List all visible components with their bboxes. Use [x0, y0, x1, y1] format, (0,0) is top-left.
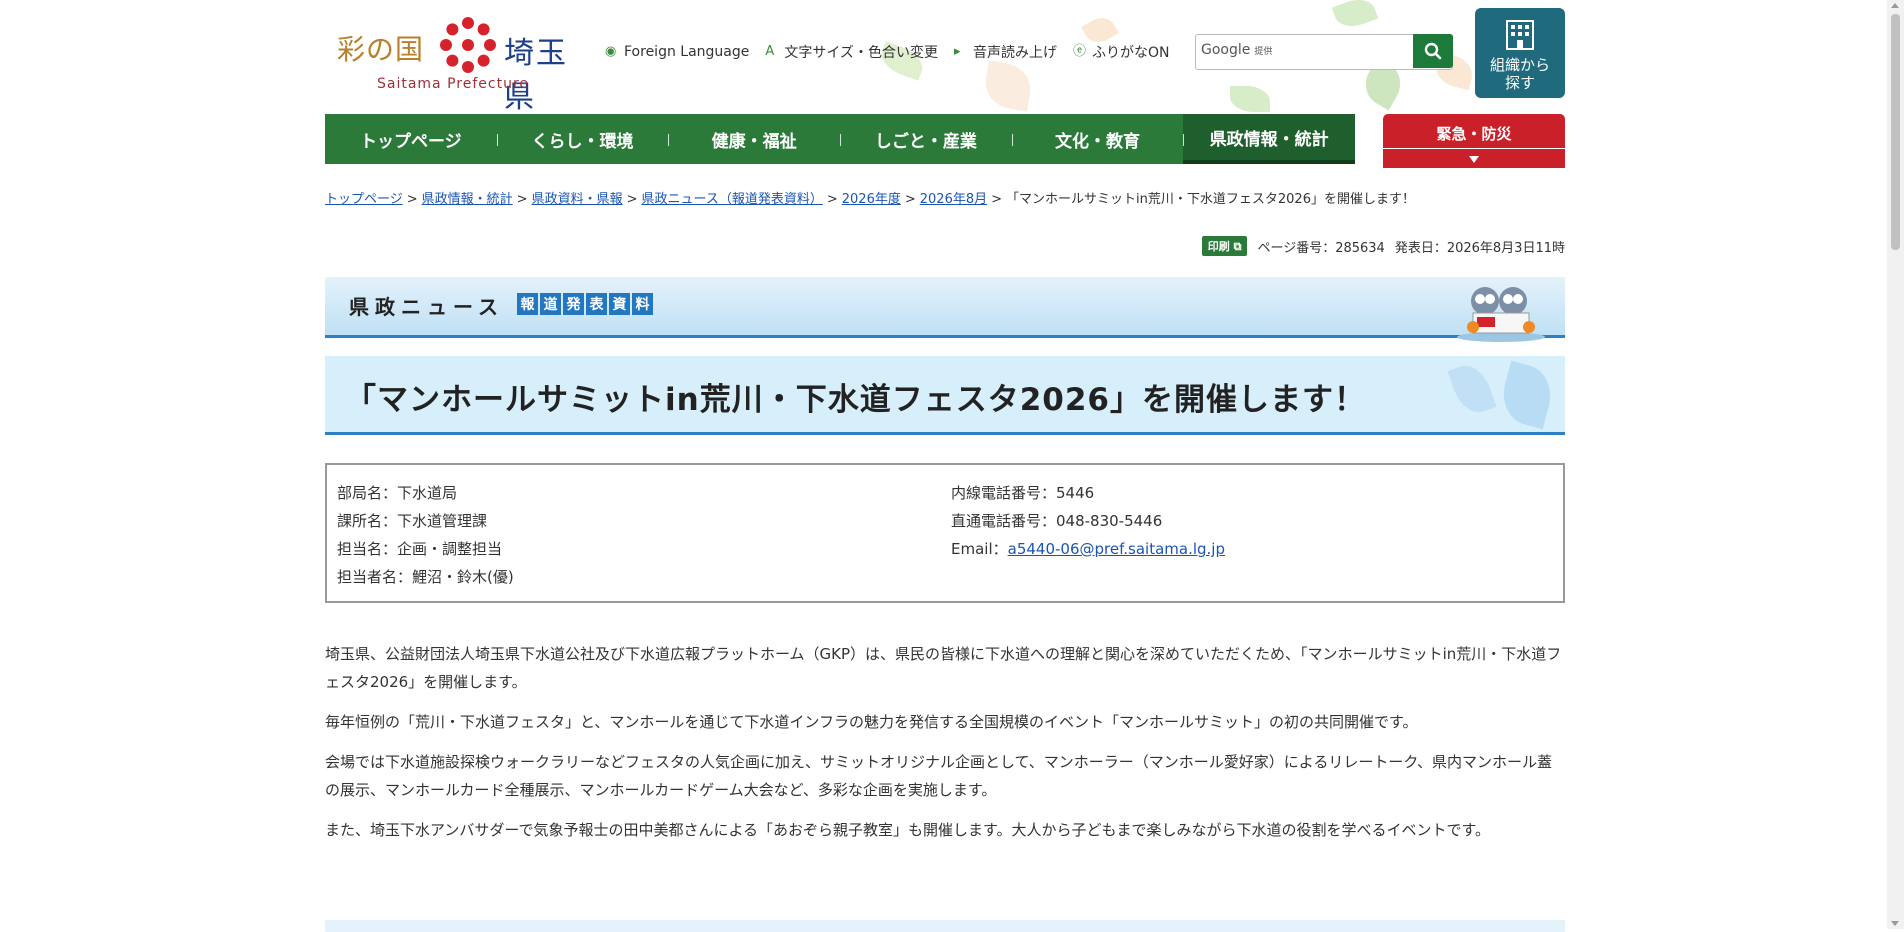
nav-item-living[interactable]: くらし・環境 [496, 114, 669, 164]
text-size-icon: A [765, 44, 775, 59]
tag-char: 表 [586, 293, 607, 315]
foreign-language-link[interactable]: ◉ Foreign Language [605, 42, 749, 62]
contact-info-box: 部局名：下水道局 課所名：下水道管理課 担当名：企画・調整担当 担当者名：鯉沼・… [325, 463, 1565, 603]
logo-text-saitama: 埼玉県 [504, 36, 568, 115]
article-body: 埼玉県、公益財団法人埼玉県下水道公社及び下水道広報プラットホーム（GKP）は、県… [325, 640, 1565, 856]
body-paragraph: また、埼玉下水アンバサダーで気象予報士の田中美都さんによる「あおぞら親子教室」も… [325, 821, 1491, 839]
find-by-organization-button[interactable]: 組織から探す [1475, 8, 1565, 98]
breadcrumb-current: 「マンホールサミットin荒川・下水道フェスタ2026」を開催します！ [1006, 192, 1415, 207]
furigana-icon: ⓔ [1072, 44, 1086, 59]
nav-item-culture[interactable]: 文化・教育 [1011, 114, 1184, 164]
text-size-label: 文字サイズ・色合い変更 [784, 45, 938, 61]
leaf-decoration [1496, 360, 1558, 430]
scroll-down-icon[interactable] [1891, 921, 1899, 926]
breadcrumb-link[interactable]: 2026年8月 [920, 192, 987, 207]
text-size-color-link[interactable]: A 文字サイズ・色合い変更 [765, 42, 938, 62]
org-button-label: 組織から探す [1489, 56, 1550, 92]
site-logo[interactable]: 彩の国 埼玉県 Saitama Prefecture [337, 14, 582, 115]
email-row: Email：a5440-06@pref.saitama.lg.jp [951, 535, 1225, 563]
mascot-illustration [1457, 287, 1545, 342]
scroll-up-icon[interactable] [1891, 3, 1899, 8]
leaf-decoration [1447, 359, 1497, 419]
emergency-menu-button[interactable]: 緊急・防災 [1383, 114, 1565, 168]
breadcrumb-link[interactable]: 2026年度 [842, 192, 901, 207]
person-in-charge: 担当者名：鯉沼・鈴木(優) [337, 568, 514, 586]
logo-text-english: Saitama Prefecture [377, 76, 530, 92]
print-icon: ⧉ [1233, 240, 1242, 253]
section: 担当名：企画・調整担当 [337, 540, 503, 558]
emergency-label: 緊急・防災 [1436, 125, 1512, 143]
search-input[interactable] [1200, 41, 1404, 65]
foreign-language-label: Foreign Language [624, 44, 750, 60]
breadcrumb-link[interactable]: 県政資料・県報 [532, 192, 623, 207]
press-release-tags: 報 道 発 表 資 料 [517, 293, 653, 315]
search-button[interactable] [1413, 34, 1453, 68]
tag-char: 料 [632, 293, 653, 315]
division: 課所名：下水道管理課 [337, 512, 488, 530]
breadcrumb-link[interactable]: 県政情報・統計 [422, 192, 513, 207]
body-paragraph: 会場では下水道施設探検ウォークラリーなどフェスタの人気企画に加え、サミットオリジ… [325, 753, 1553, 799]
building-icon [1506, 20, 1534, 50]
email-label: Email： [951, 540, 1008, 558]
print-button[interactable]: 印刷 ⧉ [1201, 236, 1248, 256]
nav-item-prefecture-info[interactable]: 県政情報・統計 [1183, 114, 1356, 164]
nav-item-health[interactable]: 健康・福祉 [668, 114, 840, 164]
breadcrumb: トップページ > 県政情報・統計 > 県政資料・県報 > 県政ニュース（報道発表資料） >20… [325, 192, 1415, 207]
page-meta: 印刷 ⧉ ページ番号：285634 発表日：2026年8月3日11時 [1201, 236, 1565, 256]
read-aloud-label: 音声読み上げ [972, 45, 1057, 61]
speaker-icon: ▸ [953, 44, 961, 59]
nav-item-work[interactable]: しごと・産業 [840, 114, 1012, 164]
direct-phone: 直通電話番号：048-830-5446 [951, 512, 1163, 530]
logo-text-sainokuni: 彩の国 [337, 33, 425, 66]
contact-info-right: 内線電話番号：5446 直通電話番号：048-830-5446 Email：a5… [951, 479, 1225, 563]
leaf-decoration [1230, 86, 1270, 112]
leaf-decoration [981, 60, 1035, 112]
page-number: ページ番号：285634 [1257, 240, 1385, 256]
extension-number: 内線電話番号：5446 [951, 484, 1095, 502]
contact-info-left: 部局名：下水道局 課所名：下水道管理課 担当名：企画・調整担当 担当者名：鯉沼・… [337, 479, 514, 591]
article-title-box: 「マンホールサミットin荒川・下水道フェスタ2026」を開催します！ [325, 356, 1565, 435]
globe-icon: ◉ [605, 44, 617, 59]
section-banner: 県政ニュース 報 道 発 表 資 料 [325, 277, 1565, 342]
print-label: 印刷 [1207, 240, 1230, 253]
body-paragraph: 毎年恒例の「荒川・下水道フェスタ」と、マンホールを通じて下水道インフラの魅力を発… [325, 713, 1418, 731]
nav-item-top[interactable]: トップページ [325, 114, 497, 164]
tag-char: 資 [609, 293, 630, 315]
tag-char: 道 [540, 293, 561, 315]
leaf-decoration [1331, 0, 1379, 33]
caret-down-icon [1469, 156, 1479, 163]
vertical-scrollbar[interactable] [1887, 0, 1904, 929]
scrollbar-thumb[interactable] [1891, 14, 1900, 250]
utility-links: ◉ Foreign Language A 文字サイズ・色合い変更 ▸ 音声読み上… [605, 42, 1169, 62]
breadcrumb-link[interactable]: トップページ [325, 192, 403, 207]
read-aloud-link[interactable]: ▸ 音声読み上げ [954, 42, 1057, 62]
global-navigation: トップページ くらし・環境 健康・福祉 しごと・産業 文化・教育 県政情報・統計 [325, 114, 1356, 164]
body-paragraph: 埼玉県、公益財団法人埼玉県下水道公社及び下水道広報プラットホーム（GKP）は、県… [325, 645, 1562, 691]
furigana-link[interactable]: ⓔ ふりがなON [1073, 42, 1170, 62]
furigana-label: ふりがなON [1091, 45, 1170, 61]
banner-title: 県政ニュース [349, 295, 504, 319]
saitama-emblem-icon [440, 17, 496, 73]
site-search: Google 提供 [1195, 34, 1453, 70]
department: 部局名：下水道局 [337, 484, 458, 502]
email-link[interactable]: a5440-06@pref.saitama.lg.jp [1008, 540, 1225, 558]
next-section-band [325, 920, 1565, 932]
published-date: 発表日：2026年8月3日11時 [1394, 240, 1565, 256]
breadcrumb-link[interactable]: 県政ニュース（報道発表資料） [642, 192, 823, 207]
article-title: 「マンホールサミットin荒川・下水道フェスタ2026」を開催します！ [345, 382, 1366, 418]
divider [1383, 148, 1565, 149]
tag-char: 報 [517, 293, 538, 315]
tag-char: 発 [563, 293, 584, 315]
search-icon [1424, 42, 1442, 60]
